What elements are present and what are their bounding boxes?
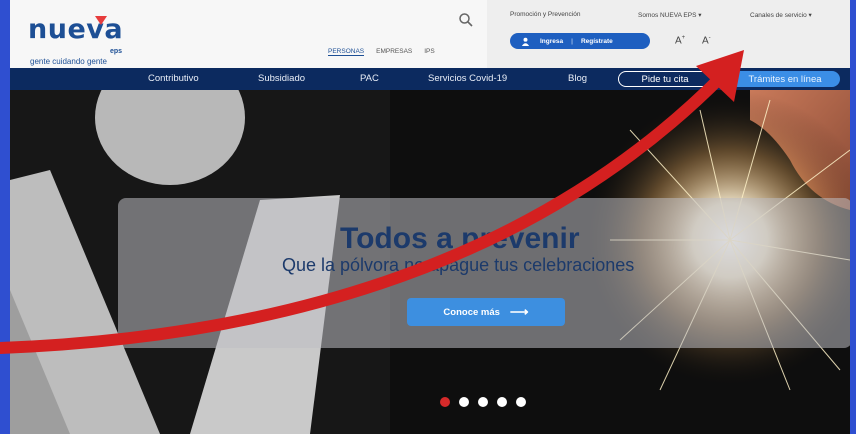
login-register-pill: Ingresa | Regístrate	[510, 33, 650, 49]
carousel-indicators	[440, 397, 526, 407]
login-button[interactable]: Ingresa	[540, 38, 563, 45]
online-procedures-button[interactable]: Trámites en línea	[730, 71, 840, 87]
pill-divider: |	[571, 37, 573, 45]
logo-word: nueva	[28, 14, 124, 45]
tab-ips[interactable]: IPS	[424, 48, 434, 56]
tab-empresas[interactable]: EMPRESAS	[376, 48, 412, 56]
carousel-dot[interactable]	[497, 397, 507, 407]
arrow-right-icon: ⟶	[509, 304, 529, 319]
carousel-dot[interactable]	[459, 397, 469, 407]
hero-headline: Todos a prevenir	[340, 222, 580, 255]
logo[interactable]: nueva eps gente cuidando gente	[28, 14, 124, 66]
hero-carousel: Todos a prevenir Que la pólvora no apagu…	[10, 90, 850, 434]
site-header: nueva eps gente cuidando gente PERSONAS …	[10, 0, 850, 70]
carousel-dot[interactable]	[478, 397, 488, 407]
menu-somos[interactable]: Somos NUEVA EPS ▾	[638, 11, 701, 19]
font-decrease-button[interactable]: A-	[702, 35, 711, 46]
nav-contributivo[interactable]: Contributivo	[148, 73, 199, 84]
carousel-dot[interactable]	[516, 397, 526, 407]
audience-tabs: PERSONAS EMPRESAS IPS	[328, 48, 435, 56]
logo-eps: eps	[110, 48, 123, 55]
tab-personas[interactable]: PERSONAS	[328, 48, 365, 56]
nav-pac[interactable]: PAC	[360, 73, 379, 84]
user-icon	[518, 37, 532, 46]
carousel-dot[interactable]	[440, 397, 450, 407]
appointment-button[interactable]: Pide tu cita	[618, 71, 712, 87]
main-nav: Contributivo Subsidiado PAC Servicios Co…	[10, 68, 850, 90]
nav-subsidiado[interactable]: Subsidiado	[258, 73, 305, 84]
register-button[interactable]: Regístrate	[581, 38, 613, 45]
nav-covid[interactable]: Servicios Covid-19	[428, 73, 507, 84]
logo-check-icon	[95, 16, 107, 25]
hero-subline: Que la pólvora no apague tus celebracion…	[282, 255, 635, 275]
font-increase-button[interactable]: A+	[675, 35, 685, 46]
nav-blog[interactable]: Blog	[568, 73, 587, 84]
learn-more-label: Conoce más	[443, 306, 500, 318]
screenshot-frame: nueva eps gente cuidando gente PERSONAS …	[10, 0, 850, 434]
menu-canales[interactable]: Canales de servicio ▾	[750, 11, 812, 19]
search-icon[interactable]	[458, 12, 474, 28]
logo-tagline: gente cuidando gente	[30, 57, 107, 66]
link-promocion[interactable]: Promoción y Prevención	[510, 11, 580, 18]
learn-more-button[interactable]: Conoce más ⟶	[407, 298, 565, 326]
